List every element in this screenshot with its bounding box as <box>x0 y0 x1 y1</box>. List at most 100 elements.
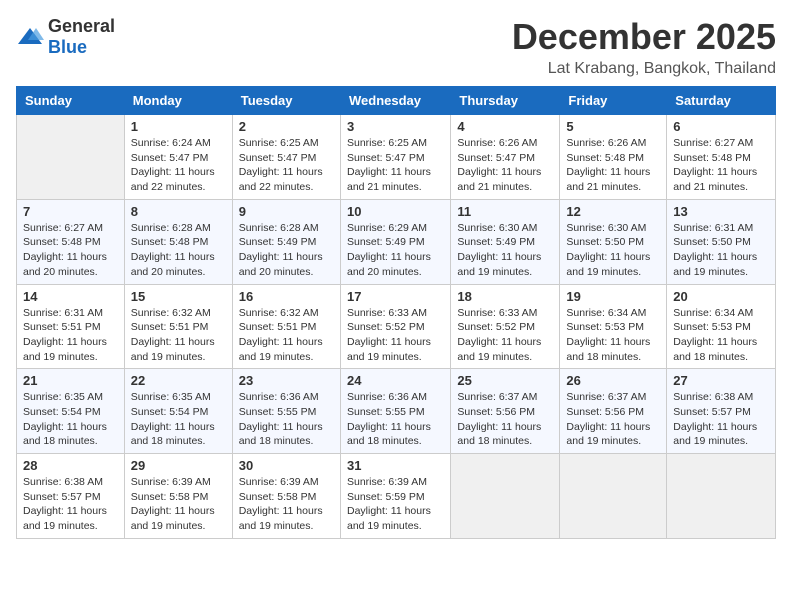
calendar-week-row: 28 Sunrise: 6:38 AMSunset: 5:57 PMDayligh… <box>17 454 776 539</box>
cell-info: Sunrise: 6:38 AMSunset: 5:57 PMDaylight:… <box>673 390 769 449</box>
cell-day-number: 25 <box>457 373 553 388</box>
calendar-cell: 16 Sunrise: 6:32 AMSunset: 5:51 PMDayligh… <box>232 284 340 369</box>
calendar-header-row: SundayMondayTuesdayWednesdayThursdayFrid… <box>17 87 776 115</box>
cell-info: Sunrise: 6:39 AMSunset: 5:59 PMDaylight:… <box>347 475 444 534</box>
cell-day-number: 19 <box>566 289 660 304</box>
cell-info: Sunrise: 6:30 AMSunset: 5:50 PMDaylight:… <box>566 221 660 280</box>
cell-info: Sunrise: 6:29 AMSunset: 5:49 PMDaylight:… <box>347 221 444 280</box>
calendar-cell: 12 Sunrise: 6:30 AMSunset: 5:50 PMDayligh… <box>560 199 667 284</box>
cell-day-number: 23 <box>239 373 334 388</box>
header-cell-sunday: Sunday <box>17 87 125 115</box>
calendar-cell: 1 Sunrise: 6:24 AMSunset: 5:47 PMDaylight… <box>124 115 232 200</box>
cell-info: Sunrise: 6:31 AMSunset: 5:50 PMDaylight:… <box>673 221 769 280</box>
cell-day-number: 6 <box>673 119 769 134</box>
calendar-cell: 28 Sunrise: 6:38 AMSunset: 5:57 PMDayligh… <box>17 454 125 539</box>
cell-info: Sunrise: 6:30 AMSunset: 5:49 PMDaylight:… <box>457 221 553 280</box>
cell-info: Sunrise: 6:33 AMSunset: 5:52 PMDaylight:… <box>347 306 444 365</box>
calendar-cell: 17 Sunrise: 6:33 AMSunset: 5:52 PMDayligh… <box>340 284 450 369</box>
calendar-cell: 13 Sunrise: 6:31 AMSunset: 5:50 PMDayligh… <box>667 199 776 284</box>
calendar-cell: 3Sunrise: 6:25 AMSunset: 5:47 PMDaylight… <box>340 115 450 200</box>
cell-day-number: 9 <box>239 204 334 219</box>
calendar-cell <box>17 115 125 200</box>
cell-info: Sunrise: 6:35 AMSunset: 5:54 PMDaylight:… <box>131 390 226 449</box>
cell-info: Sunrise: 6:39 AMSunset: 5:58 PMDaylight:… <box>239 475 334 534</box>
cell-day-number: 7 <box>23 204 118 219</box>
cell-info: Sunrise: 6:24 AMSunset: 5:47 PMDaylight:… <box>131 136 226 195</box>
cell-day-number: 30 <box>239 458 334 473</box>
calendar-cell: 21 Sunrise: 6:35 AMSunset: 5:54 PMDayligh… <box>17 369 125 454</box>
calendar-cell: 22Sunrise: 6:35 AMSunset: 5:54 PMDayligh… <box>124 369 232 454</box>
cell-info: Sunrise: 6:26 AMSunset: 5:48 PMDaylight:… <box>566 136 660 195</box>
calendar-cell: 6 Sunrise: 6:27 AMSunset: 5:48 PMDaylight… <box>667 115 776 200</box>
calendar-cell: 15Sunrise: 6:32 AMSunset: 5:51 PMDayligh… <box>124 284 232 369</box>
cell-info: Sunrise: 6:37 AMSunset: 5:56 PMDaylight:… <box>566 390 660 449</box>
cell-day-number: 31 <box>347 458 444 473</box>
cell-info: Sunrise: 6:37 AMSunset: 5:56 PMDaylight:… <box>457 390 553 449</box>
calendar-week-row: 14 Sunrise: 6:31 AMSunset: 5:51 PMDayligh… <box>17 284 776 369</box>
calendar-cell: 27 Sunrise: 6:38 AMSunset: 5:57 PMDayligh… <box>667 369 776 454</box>
calendar-cell: 19 Sunrise: 6:34 AMSunset: 5:53 PMDayligh… <box>560 284 667 369</box>
logo-blue: Blue <box>48 37 87 57</box>
header-cell-friday: Friday <box>560 87 667 115</box>
cell-info: Sunrise: 6:28 AMSunset: 5:48 PMDaylight:… <box>131 221 226 280</box>
cell-day-number: 14 <box>23 289 118 304</box>
calendar-cell: 25 Sunrise: 6:37 AMSunset: 5:56 PMDayligh… <box>451 369 560 454</box>
cell-day-number: 29 <box>131 458 226 473</box>
cell-info: Sunrise: 6:34 AMSunset: 5:53 PMDaylight:… <box>673 306 769 365</box>
header-cell-saturday: Saturday <box>667 87 776 115</box>
cell-info: Sunrise: 6:26 AMSunset: 5:47 PMDaylight:… <box>457 136 553 195</box>
calendar-cell: 24Sunrise: 6:36 AMSunset: 5:55 PMDayligh… <box>340 369 450 454</box>
cell-info: Sunrise: 6:28 AMSunset: 5:49 PMDaylight:… <box>239 221 334 280</box>
logo: General Blue <box>16 16 115 58</box>
cell-info: Sunrise: 6:39 AMSunset: 5:58 PMDaylight:… <box>131 475 226 534</box>
cell-day-number: 28 <box>23 458 118 473</box>
header-cell-tuesday: Tuesday <box>232 87 340 115</box>
cell-info: Sunrise: 6:35 AMSunset: 5:54 PMDaylight:… <box>23 390 118 449</box>
cell-day-number: 2 <box>239 119 334 134</box>
cell-info: Sunrise: 6:31 AMSunset: 5:51 PMDaylight:… <box>23 306 118 365</box>
calendar-cell: 7Sunrise: 6:27 AMSunset: 5:48 PMDaylight… <box>17 199 125 284</box>
cell-day-number: 8 <box>131 204 226 219</box>
calendar-cell: 29 Sunrise: 6:39 AMSunset: 5:58 PMDayligh… <box>124 454 232 539</box>
header-cell-thursday: Thursday <box>451 87 560 115</box>
title-area: December 2025 Lat Krabang, Bangkok, Thai… <box>512 16 776 78</box>
header: General Blue December 2025 Lat Krabang, … <box>16 16 776 78</box>
logo-general: General <box>48 16 115 36</box>
cell-info: Sunrise: 6:34 AMSunset: 5:53 PMDaylight:… <box>566 306 660 365</box>
month-title: December 2025 <box>512 16 776 58</box>
calendar-cell: 23Sunrise: 6:36 AMSunset: 5:55 PMDayligh… <box>232 369 340 454</box>
logo-icon <box>16 26 44 48</box>
calendar-cell: 31 Sunrise: 6:39 AMSunset: 5:59 PMDayligh… <box>340 454 450 539</box>
cell-day-number: 10 <box>347 204 444 219</box>
calendar-cell: 8 Sunrise: 6:28 AMSunset: 5:48 PMDaylight… <box>124 199 232 284</box>
calendar-cell: 2 Sunrise: 6:25 AMSunset: 5:47 PMDaylight… <box>232 115 340 200</box>
cell-day-number: 1 <box>131 119 226 134</box>
location-subtitle: Lat Krabang, Bangkok, Thailand <box>512 60 776 78</box>
header-cell-monday: Monday <box>124 87 232 115</box>
calendar-week-row: 1 Sunrise: 6:24 AMSunset: 5:47 PMDaylight… <box>17 115 776 200</box>
calendar-cell <box>667 454 776 539</box>
cell-day-number: 13 <box>673 204 769 219</box>
calendar-cell: 11Sunrise: 6:30 AMSunset: 5:49 PMDayligh… <box>451 199 560 284</box>
cell-info: Sunrise: 6:38 AMSunset: 5:57 PMDaylight:… <box>23 475 118 534</box>
calendar-cell: 9 Sunrise: 6:28 AMSunset: 5:49 PMDaylight… <box>232 199 340 284</box>
cell-day-number: 17 <box>347 289 444 304</box>
cell-info: Sunrise: 6:25 AMSunset: 5:47 PMDaylight:… <box>239 136 334 195</box>
calendar-cell <box>560 454 667 539</box>
cell-day-number: 24 <box>347 373 444 388</box>
calendar-week-row: 7Sunrise: 6:27 AMSunset: 5:48 PMDaylight… <box>17 199 776 284</box>
logo-text: General Blue <box>48 16 115 58</box>
calendar-cell: 14 Sunrise: 6:31 AMSunset: 5:51 PMDayligh… <box>17 284 125 369</box>
calendar-cell: 10 Sunrise: 6:29 AMSunset: 5:49 PMDayligh… <box>340 199 450 284</box>
cell-day-number: 20 <box>673 289 769 304</box>
cell-day-number: 27 <box>673 373 769 388</box>
cell-day-number: 5 <box>566 119 660 134</box>
cell-day-number: 12 <box>566 204 660 219</box>
cell-day-number: 16 <box>239 289 334 304</box>
cell-info: Sunrise: 6:27 AMSunset: 5:48 PMDaylight:… <box>673 136 769 195</box>
calendar-cell: 18Sunrise: 6:33 AMSunset: 5:52 PMDayligh… <box>451 284 560 369</box>
calendar-table: SundayMondayTuesdayWednesdayThursdayFrid… <box>16 86 776 539</box>
cell-info: Sunrise: 6:32 AMSunset: 5:51 PMDaylight:… <box>239 306 334 365</box>
calendar-week-row: 21 Sunrise: 6:35 AMSunset: 5:54 PMDayligh… <box>17 369 776 454</box>
cell-day-number: 21 <box>23 373 118 388</box>
